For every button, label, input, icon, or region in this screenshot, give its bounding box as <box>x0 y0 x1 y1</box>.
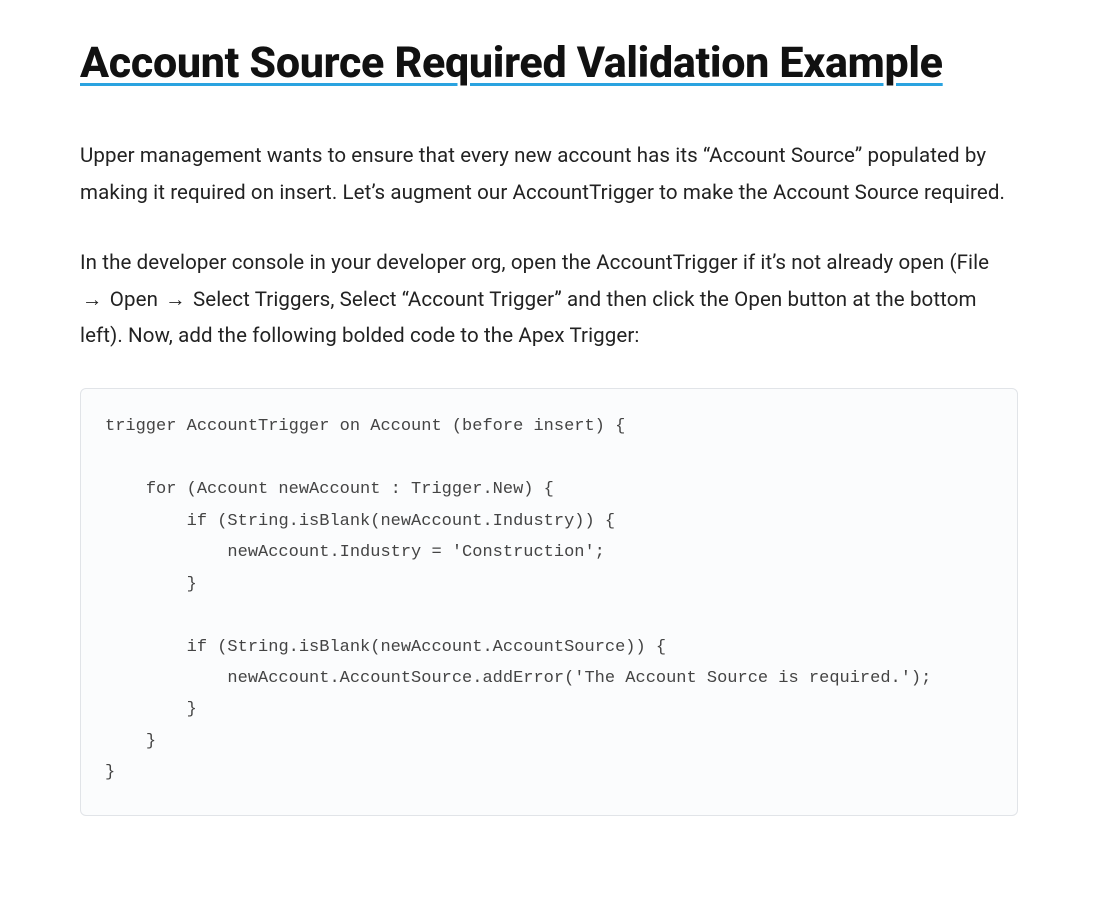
title-text: Account Source Required Validation Examp… <box>80 38 943 88</box>
instr-part-b: Open <box>105 288 164 312</box>
page-title: Account Source Required Validation Examp… <box>80 34 1018 92</box>
arrow-icon: → <box>80 282 105 318</box>
instr-part-c: Select Triggers, Select “Account Trigger… <box>80 288 977 348</box>
instr-part-a: In the developer console in your develop… <box>80 251 989 275</box>
arrow-icon: → <box>163 282 188 318</box>
code-block: trigger AccountTrigger on Account (befor… <box>80 388 1018 815</box>
intro-paragraph: Upper management wants to ensure that ev… <box>80 138 1018 211</box>
instructions-paragraph: In the developer console in your develop… <box>80 245 1018 354</box>
document-page: Account Source Required Validation Examp… <box>0 0 1098 876</box>
